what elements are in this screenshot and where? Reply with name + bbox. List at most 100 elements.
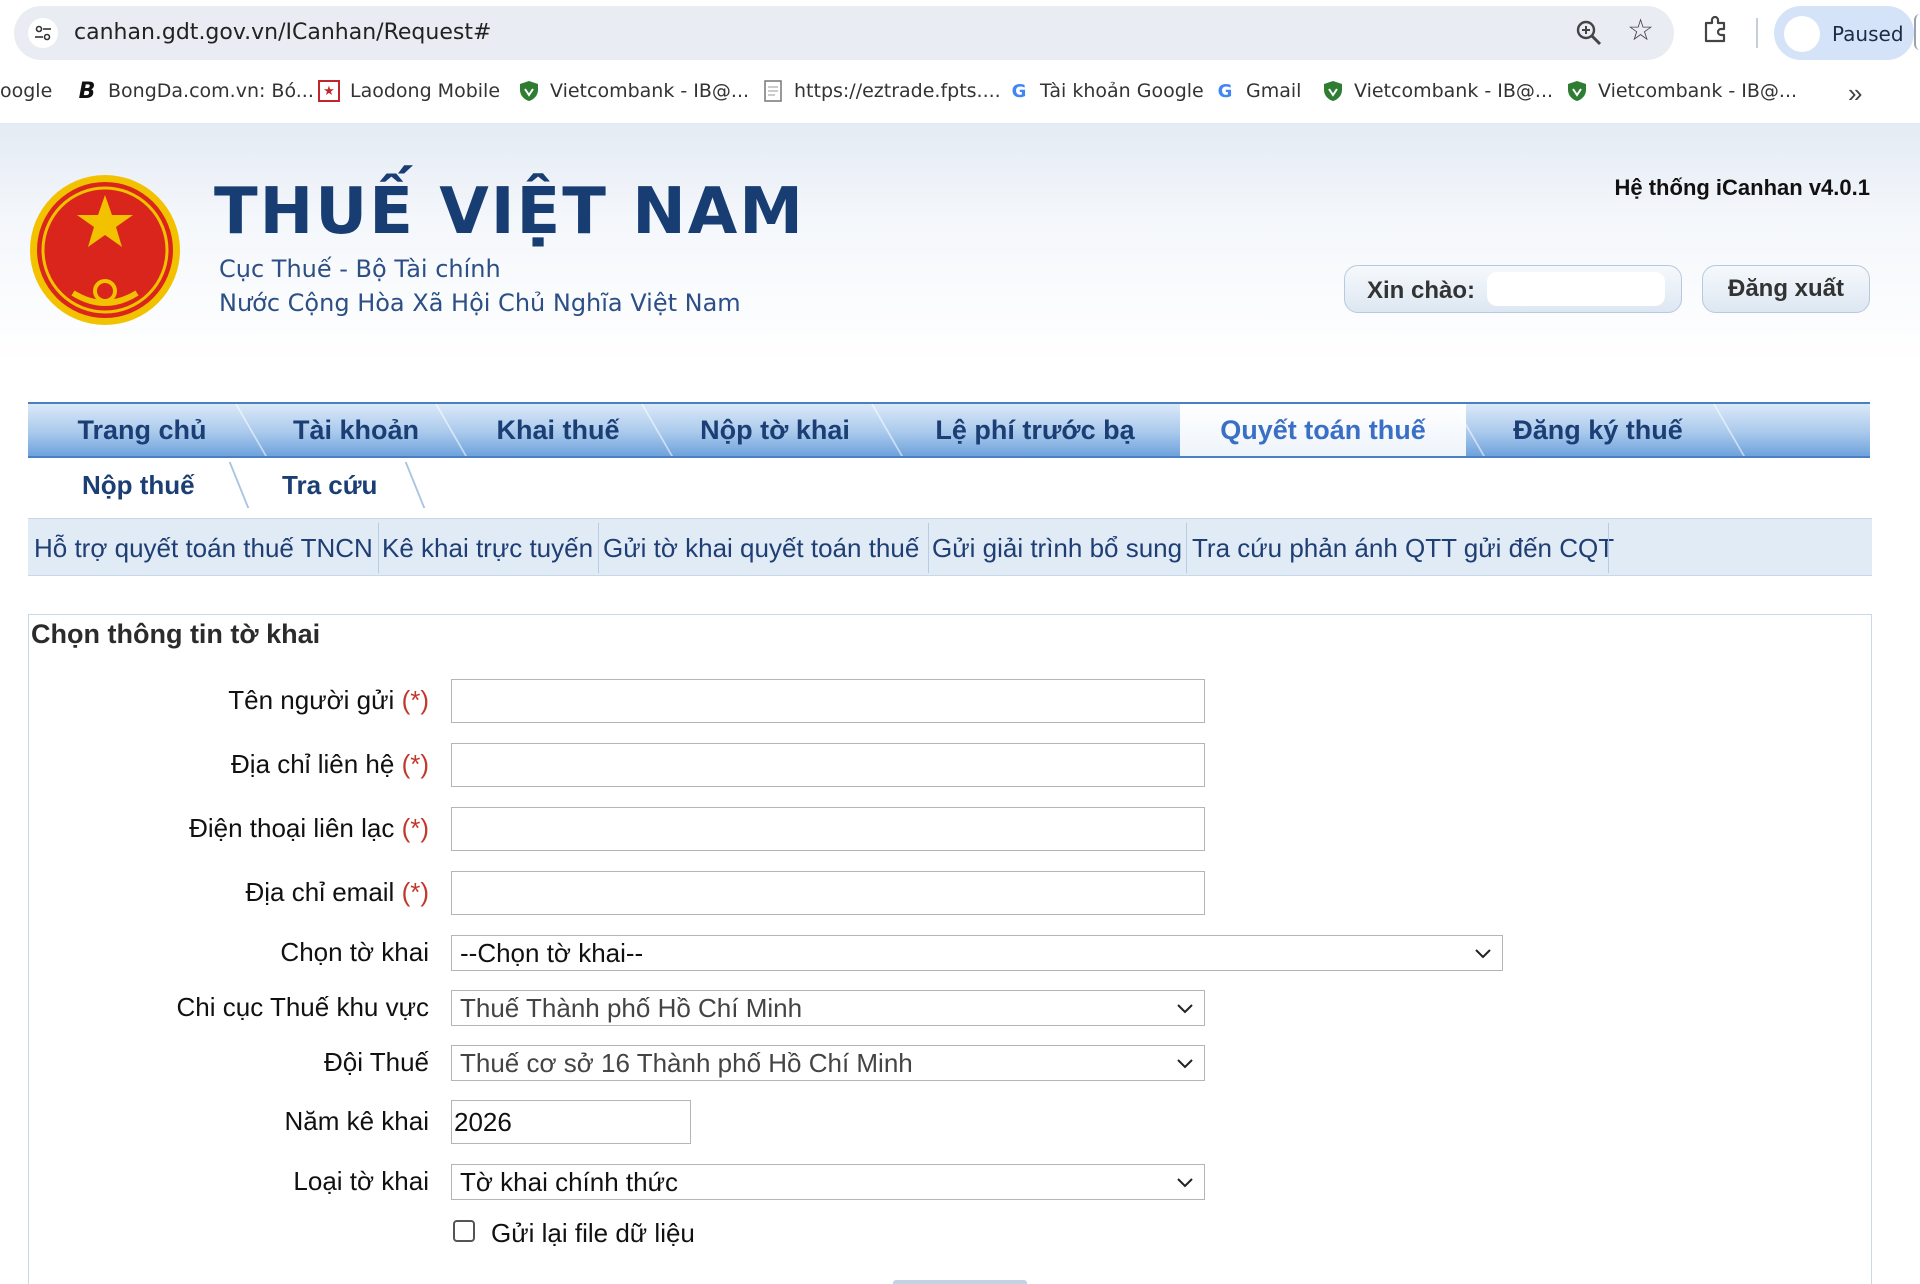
type-label: Loại tờ khai [293, 1166, 429, 1196]
bookmark-label: Vietcombank - IB@... [550, 80, 750, 102]
tab-le-phi-truoc-ba[interactable]: Lệ phí trước bạ [890, 404, 1180, 456]
tab-tai-khoan[interactable]: Tài khoản [256, 404, 456, 456]
required-mark: (*) [401, 877, 429, 907]
field-label-text: Điện thoại liên lạc [189, 813, 395, 843]
site-settings-icon[interactable] [28, 18, 58, 48]
selected-value: Thuế cơ sở 16 Thành phố Hồ Chí Minh [460, 1047, 913, 1078]
bookmark-vietcombank-3[interactable]: Vietcombank - IB@... [1566, 80, 1797, 102]
declaration-type-dropdown[interactable]: Tờ khai chính thức [451, 1164, 1205, 1200]
document-icon [762, 80, 784, 102]
vietcombank-shield-icon [1566, 80, 1588, 102]
bookmark-label: BongDa.com.vn: Bó... [108, 80, 314, 102]
selected-value: --Chọn tờ khai-- [460, 937, 644, 968]
greeting-box: Xin chào: [1344, 265, 1682, 313]
phone-label: Điện thoại liên lạc (*) [189, 813, 429, 844]
tab-nop-thue[interactable]: Nộp thuế [82, 470, 195, 501]
bookmark-gmail[interactable]: G Gmail [1214, 80, 1302, 102]
tax-emblem-logo [28, 173, 182, 327]
toolbar-divider [928, 523, 929, 573]
tab-tra-cuu[interactable]: Tra cứu [282, 470, 377, 501]
email-input[interactable] [451, 871, 1205, 915]
bongda-logo-icon: B [78, 78, 96, 104]
address-label: Địa chỉ liên hệ (*) [231, 749, 429, 780]
year-input[interactable] [451, 1100, 691, 1144]
required-mark: (*) [401, 685, 429, 715]
site-header: THUẾ VIỆT NAM Cục Thuế - Bộ Tài chính Nư… [0, 123, 1920, 363]
bookmark-vietcombank-2[interactable]: Vietcombank - IB@... [1322, 80, 1553, 102]
bookmark-label: Gmail [1246, 80, 1302, 102]
tab-khai-thue[interactable]: Khai thuế [456, 404, 660, 456]
panel-title: Chọn thông tin tờ khai [31, 619, 321, 649]
declaration-form-panel: Chọn thông tin tờ khai Tên người gửi (*)… [28, 614, 1872, 1284]
tab-trang-chu[interactable]: Trang chủ [28, 404, 256, 456]
tab-nop-to-khai[interactable]: Nộp tờ khai [660, 404, 890, 456]
selected-value: Thuế Thành phố Hồ Chí Minh [460, 992, 803, 1023]
nav-divider [228, 462, 250, 508]
sender-name-input[interactable] [451, 679, 1205, 723]
bookmark-laodong[interactable]: ★ Laodong Mobile [318, 80, 500, 102]
zoom-icon[interactable] [1572, 16, 1606, 50]
extensions-icon[interactable] [1700, 14, 1730, 44]
tab-quyet-toan-thue[interactable]: Quyết toán thuế [1180, 404, 1466, 456]
chevron-down-icon [1177, 1178, 1193, 1188]
required-mark: (*) [401, 749, 429, 779]
google-g-icon: G [1011, 80, 1027, 102]
bookmark-vietcombank-1[interactable]: Vietcombank - IB@... [518, 80, 749, 102]
bookmark-eztrade[interactable]: https://eztrade.fpts.... [762, 80, 1001, 102]
selected-value: Tờ khai chính thức [460, 1166, 678, 1197]
tax-team-dropdown[interactable]: Thuế cơ sở 16 Thành phố Hồ Chí Minh [451, 1045, 1205, 1081]
address-bar[interactable]: canhan.gdt.gov.vn/ICanhan/Request# ☆ [14, 6, 1674, 60]
resend-file-label: Gửi lại file dữ liệu [491, 1218, 695, 1248]
google-g-icon: G [1217, 80, 1233, 102]
bookmark-label: Vietcombank - IB@... [1354, 80, 1554, 102]
form-select-dropdown[interactable]: --Chọn tờ khai-- [451, 935, 1503, 971]
tool-gui-to-khai[interactable]: Gửi tờ khai quyết toán thuế [603, 533, 919, 564]
site-subtitle-country: Nước Cộng Hòa Xã Hội Chủ Nghĩa Việt Nam [219, 289, 741, 317]
bookmark-label: Laodong Mobile [350, 80, 501, 102]
bookmark-google-account[interactable]: G Tài khoản Google [1008, 80, 1204, 102]
chevron-down-icon [1177, 1004, 1193, 1014]
bookmark-label: https://eztrade.fpts.... [794, 80, 1001, 102]
tab-dang-ky-thue[interactable]: Đăng ký thuế [1468, 404, 1728, 456]
bookmark-bongda[interactable]: B BongDa.com.vn: Bó... [76, 78, 314, 104]
site-title: THUẾ VIỆT NAM [214, 175, 805, 249]
sender-name-label: Tên người gửi (*) [228, 685, 429, 716]
profile-status: Paused [1832, 22, 1904, 46]
logout-button[interactable]: Đăng xuất [1702, 265, 1870, 313]
toolbar-divider [1608, 523, 1609, 573]
bookmark-label: Tài khoản Google [1040, 80, 1204, 102]
chevron-down-icon [1475, 949, 1491, 959]
main-nav: Trang chủ Tài khoản Khai thuế Nộp tờ kha… [28, 402, 1870, 458]
resend-file-checkbox[interactable] [453, 1220, 475, 1242]
field-label-text: Địa chỉ email [245, 877, 395, 907]
tool-ho-tro-quyet-toan[interactable]: Hỗ trợ quyết toán thuế TNCN [34, 533, 373, 564]
tool-gui-giai-trinh[interactable]: Gửi giải trình bổ sung [932, 533, 1182, 564]
avatar [1784, 16, 1820, 52]
bookmarks-overflow-icon[interactable]: » [1848, 78, 1862, 109]
settlement-toolbar: Hỗ trợ quyết toán thuế TNCN Kê khai trực… [28, 518, 1872, 576]
address-input[interactable] [451, 743, 1205, 787]
nav-divider [404, 462, 426, 508]
system-version: Hệ thống iCanhan v4.0.1 [1614, 175, 1871, 200]
tax-dept-dropdown[interactable]: Thuế Thành phố Hồ Chí Minh [451, 990, 1205, 1026]
tax-dept-label: Chi cục Thuế khu vực [176, 992, 429, 1022]
toolbar-divider [598, 523, 599, 573]
user-name-redacted [1487, 272, 1665, 306]
phone-input[interactable] [451, 807, 1205, 851]
browser-chrome: canhan.gdt.gov.vn/ICanhan/Request# ☆ Pau… [0, 0, 1920, 123]
required-mark: (*) [401, 813, 429, 843]
submit-button-edge[interactable] [893, 1280, 1027, 1284]
profile-button[interactable]: Paused [1774, 6, 1914, 60]
tool-tra-cuu-phan-anh[interactable]: Tra cứu phản ánh QTT gửi đến CQT [1192, 533, 1614, 564]
field-label-text: Địa chỉ liên hệ [231, 749, 395, 779]
bookmark-label: Vietcombank - IB@... [1598, 80, 1798, 102]
bookmark-google[interactable]: oogle [0, 80, 52, 102]
menu-edge [1914, 14, 1920, 50]
tool-ke-khai-truc-tuyen[interactable]: Kê khai trực tuyến [382, 533, 593, 564]
email-label: Địa chỉ email (*) [246, 877, 430, 908]
toolbar-separator [1756, 18, 1758, 48]
greeting-label: Xin chào: [1367, 277, 1476, 304]
bookmark-star-icon[interactable]: ☆ [1627, 14, 1654, 48]
url-text[interactable]: canhan.gdt.gov.vn/ICanhan/Request# [74, 20, 491, 45]
site-subtitle-ministry: Cục Thuế - Bộ Tài chính [219, 255, 501, 283]
